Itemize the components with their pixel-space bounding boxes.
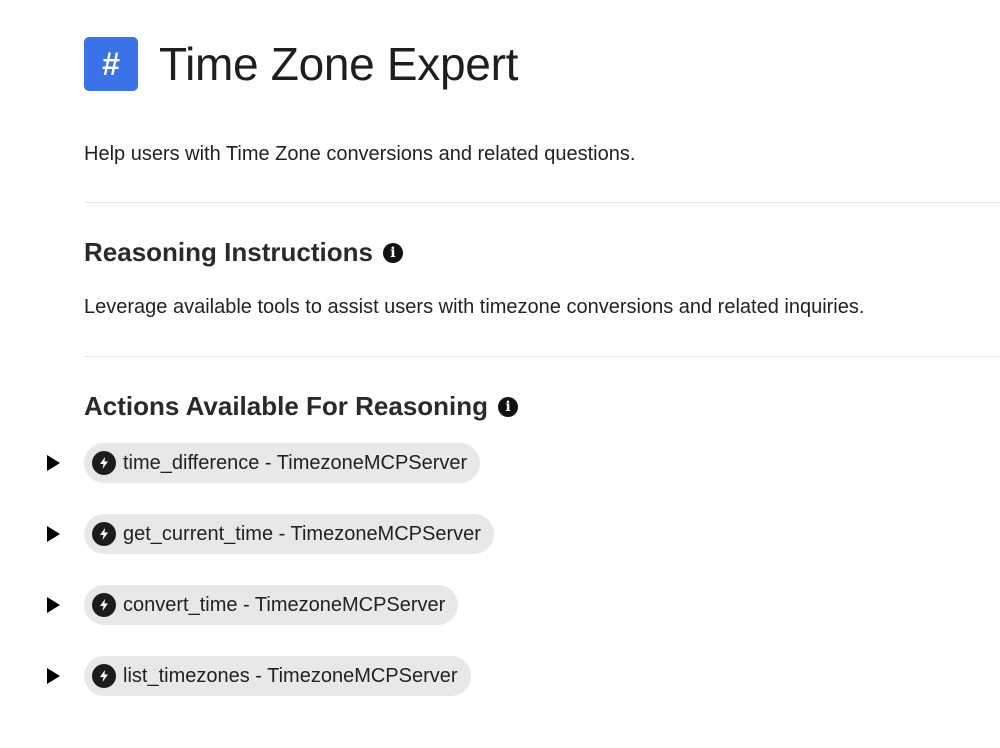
page: # Time Zone Expert Help users with Time … <box>0 0 1000 748</box>
page-title: Time Zone Expert <box>159 38 519 90</box>
actions-heading: Actions Available For Reasoning i <box>84 391 519 422</box>
expand-triangle-icon[interactable] <box>47 668 60 684</box>
info-icon[interactable]: i <box>382 242 403 263</box>
divider <box>84 202 1000 203</box>
reasoning-instructions-title: Reasoning Instructions <box>84 237 373 267</box>
action-pill[interactable]: convert_time - TimezoneMCPServer <box>84 585 459 625</box>
page-description: Help users with Time Zone conversions an… <box>84 143 636 165</box>
bolt-icon <box>92 664 116 688</box>
bolt-icon <box>92 451 116 475</box>
action-label: convert_time - TimezoneMCPServer <box>123 593 446 616</box>
expand-triangle-icon[interactable] <box>47 455 60 471</box>
action-label: time_difference - TimezoneMCPServer <box>123 451 468 474</box>
action-label: get_current_time - TimezoneMCPServer <box>123 522 481 545</box>
action-pill[interactable]: list_timezones - TimezoneMCPServer <box>84 656 471 696</box>
expand-triangle-icon[interactable] <box>47 526 60 542</box>
divider <box>84 356 1000 357</box>
bolt-icon <box>92 593 116 617</box>
reasoning-instructions-heading: Reasoning Instructions i <box>84 237 403 268</box>
action-pill[interactable]: time_difference - TimezoneMCPServer <box>84 443 481 483</box>
action-label: list_timezones - TimezoneMCPServer <box>123 664 458 687</box>
page-header: # Time Zone Expert <box>84 37 518 91</box>
bolt-icon <box>92 522 116 546</box>
hash-icon: # <box>84 37 138 91</box>
info-icon[interactable]: i <box>498 396 519 417</box>
actions-title: Actions Available For Reasoning <box>84 391 489 421</box>
expand-triangle-icon[interactable] <box>47 597 60 613</box>
action-pill[interactable]: get_current_time - TimezoneMCPServer <box>84 514 494 554</box>
reasoning-instructions-text: Leverage available tools to assist users… <box>84 296 865 318</box>
